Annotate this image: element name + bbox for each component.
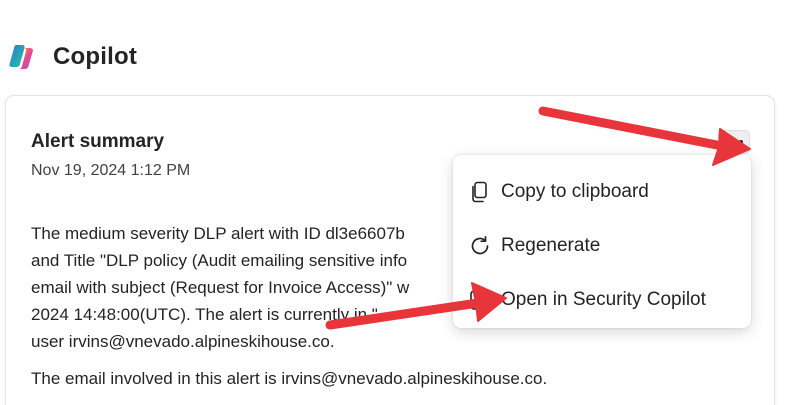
more-options-button[interactable] bbox=[718, 130, 750, 154]
app-title: Copilot bbox=[53, 43, 138, 70]
more-horizontal-icon bbox=[739, 140, 743, 144]
more-options-menu: Copy to clipboard Regenerate Open in Sec… bbox=[453, 155, 751, 328]
alert-email-text: The email involved in this alert is irvi… bbox=[31, 369, 548, 388]
menu-item-regenerate[interactable]: Regenerate bbox=[453, 219, 751, 273]
menu-item-label: Copy to clipboard bbox=[501, 181, 649, 202]
regenerate-icon bbox=[469, 235, 491, 257]
menu-item-open-in-security-copilot[interactable]: Open in Security Copilot bbox=[453, 273, 751, 327]
summary-line: user irvins@vnevado.alpineskihouse.co. bbox=[31, 332, 335, 351]
copilot-logo-icon bbox=[9, 45, 33, 69]
alert-timestamp: Nov 19, 2024 1:12 PM bbox=[31, 162, 191, 179]
more-horizontal-icon bbox=[725, 140, 729, 144]
copilot-header: Copilot bbox=[7, 42, 137, 72]
alert-summary-title: Alert summary bbox=[31, 131, 165, 152]
open-external-icon bbox=[469, 289, 491, 311]
menu-item-label: Open in Security Copilot bbox=[501, 289, 706, 310]
more-horizontal-icon bbox=[732, 140, 736, 144]
menu-item-copy-to-clipboard[interactable]: Copy to clipboard bbox=[453, 165, 751, 219]
page: Copilot Alert summary Nov 19, 2024 1:12 … bbox=[0, 0, 811, 405]
menu-item-label: Regenerate bbox=[501, 235, 601, 256]
copy-icon bbox=[469, 181, 491, 203]
